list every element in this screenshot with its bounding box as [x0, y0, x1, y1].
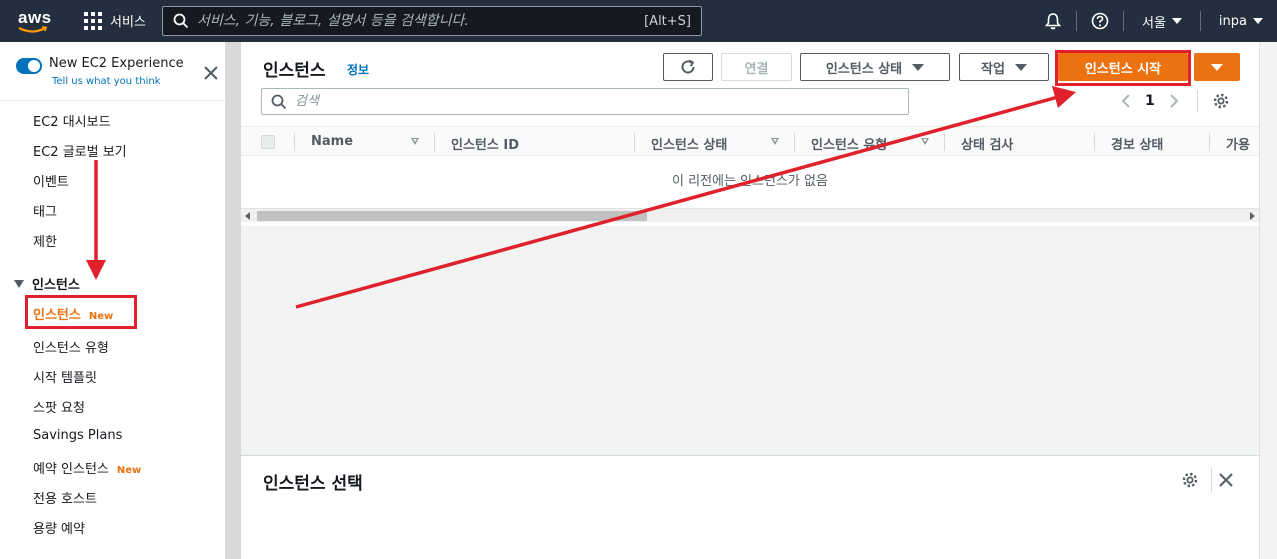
global-search-input[interactable] — [197, 13, 645, 29]
expand-triangle-icon — [14, 279, 24, 288]
refresh-button[interactable] — [663, 53, 713, 81]
sidebar-item-reserved-instances[interactable]: 예약 인스턴스 New — [33, 458, 141, 477]
sort-icon[interactable] — [771, 138, 779, 145]
services-label: 서비스 — [110, 15, 146, 30]
sidebar-section-label: 인스턴스 — [32, 278, 80, 293]
sidebar-item-limits[interactable]: 제한 — [33, 231, 57, 250]
sidebar-item-launch-templates[interactable]: 시작 템플릿 — [33, 367, 97, 386]
sidebar-divider — [0, 100, 225, 101]
sidebar-item-label: 예약 인스턴스 — [33, 462, 109, 477]
caret-down-icon — [1014, 63, 1027, 71]
search-shortcut-hint: [Alt+S] — [644, 13, 691, 29]
aws-smile-icon — [18, 26, 48, 33]
close-icon[interactable] — [1217, 471, 1235, 489]
select-instance-title: 인스턴스 선택 — [263, 474, 363, 494]
new-experience-toggle[interactable] — [16, 58, 42, 74]
region-selector[interactable]: 서울 — [1128, 12, 1196, 31]
grid-icon — [84, 11, 102, 30]
instance-state-dropdown[interactable]: 인스턴스 상태 — [800, 53, 950, 81]
column-header-instance-type[interactable]: 인스턴스 유형 — [811, 134, 887, 153]
global-search-box[interactable]: [Alt+S] — [162, 6, 702, 36]
search-icon — [271, 94, 287, 109]
chevron-left-icon[interactable] — [1121, 93, 1131, 109]
actions-label: 작업 — [981, 61, 1005, 77]
caret-down-icon — [1171, 18, 1182, 24]
services-menu-button[interactable]: 서비스 — [84, 11, 146, 30]
top-right-controls: 서울 inpa — [1034, 0, 1277, 42]
sidebar-item-tags[interactable]: 태그 — [33, 201, 57, 220]
caret-down-icon — [1211, 63, 1223, 71]
close-icon[interactable] — [202, 64, 220, 82]
user-menu[interactable]: inpa — [1205, 14, 1277, 29]
aws-logo[interactable]: aws — [14, 6, 54, 36]
connect-button[interactable]: 연결 — [721, 53, 792, 81]
actions-dropdown[interactable]: 작업 — [959, 53, 1049, 81]
refresh-icon — [681, 59, 695, 74]
search-icon — [173, 13, 189, 29]
feedback-link[interactable]: Tell us what you think — [52, 76, 161, 87]
sidebar-item-ec2-dashboard[interactable]: EC2 대시보드 — [33, 111, 111, 130]
help-button[interactable] — [1081, 0, 1119, 42]
sidebar-item-instance-types[interactable]: 인스턴스 유형 — [33, 337, 109, 356]
gear-icon[interactable] — [1181, 471, 1199, 489]
top-navigation-bar: aws 서비스 [Alt+S] — [0, 0, 1277, 42]
sidebar-item-capacity-reservations[interactable]: 용량 예약 — [33, 518, 85, 537]
connect-label: 연결 — [744, 61, 769, 77]
sidebar-resize-strip[interactable] — [226, 42, 241, 559]
sort-icon[interactable] — [921, 138, 929, 145]
instance-details-panel: 인스턴스 선택 — [241, 455, 1259, 559]
page-number[interactable]: 1 — [1145, 93, 1155, 109]
chevron-right-icon[interactable] — [1169, 93, 1179, 109]
sidebar-section-instances[interactable]: 인스턴스 — [14, 274, 80, 293]
pagination: 1 — [1121, 90, 1230, 112]
scroll-left-arrow-icon[interactable] — [245, 212, 250, 220]
instances-table-header: Name 인스턴스 ID 인스턴스 상태 인스턴스 유형 상태 검사 경보 상태… — [241, 126, 1259, 156]
instance-filter-input[interactable] — [295, 94, 908, 109]
user-label: inpa — [1218, 13, 1247, 29]
caret-down-icon — [912, 63, 925, 71]
info-link[interactable]: 정보 — [347, 61, 369, 78]
caret-down-icon — [1253, 18, 1263, 24]
sidebar-item-dedicated-hosts[interactable]: 전용 호스트 — [33, 488, 97, 507]
column-header-instance-id[interactable]: 인스턴스 ID — [451, 134, 519, 153]
sidebar-item-spot-requests[interactable]: 스팟 요청 — [33, 397, 85, 416]
instance-filter-box[interactable] — [261, 88, 909, 115]
column-header-availability-zone[interactable]: 가용 — [1226, 134, 1259, 153]
notifications-button[interactable] — [1034, 0, 1072, 42]
launch-instance-dropdown[interactable] — [1194, 53, 1240, 81]
aws-logo-text: aws — [18, 8, 52, 27]
sidebar-item-events[interactable]: 이벤트 — [33, 171, 69, 190]
column-header-name[interactable]: Name — [311, 134, 353, 149]
scrollbar-thumb[interactable] — [257, 211, 647, 221]
sidebar: New EC2 Experience Tell us what you thin… — [0, 42, 226, 559]
gear-icon[interactable] — [1212, 92, 1230, 110]
help-icon — [1091, 12, 1109, 30]
instance-state-label: 인스턴스 상태 — [825, 61, 903, 77]
annotation-highlight-instances — [25, 295, 137, 329]
column-header-alarm-status[interactable]: 경보 상태 — [1111, 134, 1163, 153]
column-header-status-check[interactable]: 상태 검사 — [961, 134, 1013, 153]
select-all-checkbox[interactable] — [261, 135, 275, 149]
column-header-instance-state[interactable]: 인스턴스 상태 — [651, 134, 727, 153]
region-label: 서울 — [1142, 15, 1166, 31]
new-badge: New — [116, 465, 142, 476]
sidebar-item-ec2-global-view[interactable]: EC2 글로벌 보기 — [33, 141, 127, 160]
table-horizontal-scrollbar[interactable] — [241, 208, 1259, 222]
bell-icon — [1044, 13, 1062, 30]
right-edge-strip — [1259, 42, 1277, 559]
scroll-right-arrow-icon[interactable] — [1250, 212, 1255, 220]
sort-icon[interactable] — [411, 138, 419, 145]
empty-table-message: 이 리전에는 인스턴스가 없음 — [672, 174, 828, 189]
new-experience-toggle-block: New EC2 Experience Tell us what you thin… — [16, 56, 218, 96]
new-experience-title: New EC2 Experience — [49, 56, 184, 71]
page-title: 인스턴스 — [263, 61, 326, 81]
sidebar-item-savings-plans[interactable]: Savings Plans — [33, 428, 122, 443]
annotation-highlight-launch-button — [1055, 50, 1191, 86]
